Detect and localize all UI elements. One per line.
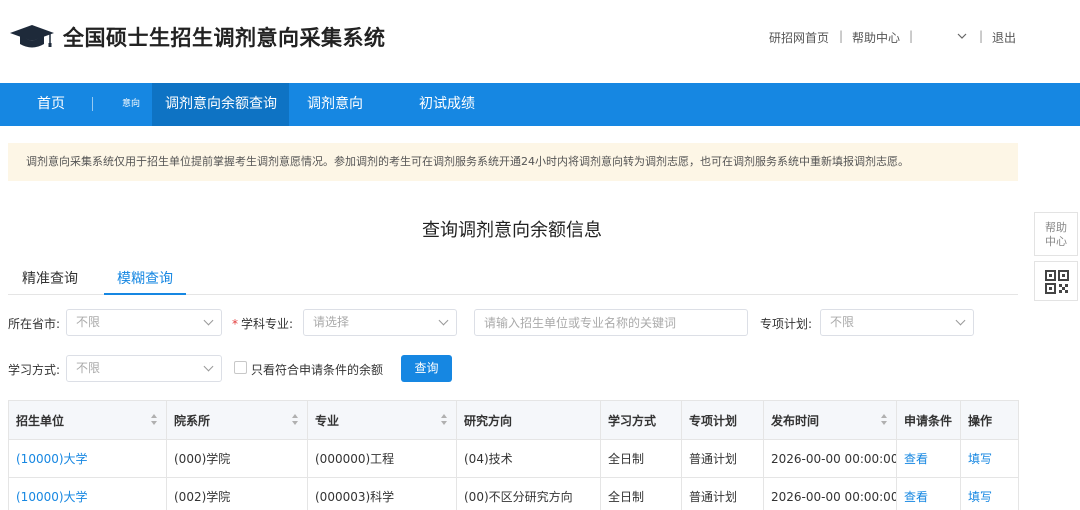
eligible-only-checkbox[interactable]: [234, 361, 247, 374]
chevron-down-icon: [438, 315, 449, 326]
side-help-line1: 帮助: [1045, 221, 1067, 234]
study-mode-select-value: 不限: [76, 361, 101, 375]
special-plan-select-value: 不限: [830, 315, 855, 329]
keyword-input[interactable]: [474, 309, 748, 336]
major-cell: (000003)科学: [307, 477, 457, 510]
chevron-down-icon: [203, 315, 214, 326]
major-label: * 学科专业:: [232, 315, 293, 332]
fill-in-link[interactable]: 填写: [960, 477, 1019, 510]
column-header-department[interactable]: 院系所: [166, 400, 308, 440]
sort-icon[interactable]: [441, 414, 447, 426]
nav-transfer-intent[interactable]: 调剂意向: [307, 83, 363, 126]
study-mode-select[interactable]: 不限: [66, 355, 222, 382]
column-header-publish-time[interactable]: 发布时间: [763, 400, 897, 440]
major-label-text: 学科专业:: [241, 317, 294, 331]
column-header-study-mode: 学习方式: [600, 400, 682, 440]
special-plan-cell: 普通计划: [681, 477, 764, 510]
chevron-down-icon[interactable]: [957, 32, 967, 40]
chevron-down-icon: [203, 361, 214, 372]
link-separator: |: [909, 29, 914, 43]
study-mode-cell: 全日制: [600, 439, 682, 478]
side-help-line2: 中心: [1045, 235, 1067, 248]
chevron-down-icon: [955, 315, 966, 326]
query-button[interactable]: 查询: [401, 355, 452, 382]
column-header-label: 申请条件: [904, 413, 953, 428]
column-header-label: 发布时间: [771, 413, 820, 428]
major-select-placeholder: 请选择: [313, 315, 350, 329]
fill-in-link[interactable]: 填写: [960, 439, 1019, 478]
section-title: 查询调剂意向余额信息: [422, 220, 602, 241]
major-cell: (000000)工程: [307, 439, 457, 478]
notice-banner: 调剂意向采集系统仅用于招生单位提前掌握考生调剂意愿情况。参加调剂的考生可在调剂服…: [8, 143, 1018, 181]
help-center-link[interactable]: 帮助中心: [852, 29, 900, 46]
nav-home[interactable]: 首页: [37, 83, 65, 126]
column-header-major[interactable]: 专业: [307, 400, 457, 440]
column-header-label: 招生单位: [16, 413, 65, 428]
department-cell: (000)学院: [166, 439, 308, 478]
column-header-actions: 操作: [960, 400, 1019, 440]
column-header-label: 院系所: [174, 413, 211, 428]
province-select-value: 不限: [76, 315, 101, 329]
column-header-label: 研究方向: [464, 413, 513, 428]
graduation-cap-icon: [10, 25, 54, 48]
required-mark: *: [232, 317, 238, 331]
eligible-only-label: 只看符合申请条件的余额: [251, 363, 384, 377]
site-header: 全国硕士生招生调剂意向采集系统 研招网首页 | 帮助中心 | | 退出: [0, 0, 1080, 83]
column-header-unit[interactable]: 招生单位: [8, 400, 167, 440]
tab-exact-query[interactable]: 精准查询: [22, 268, 78, 295]
publish-time-cell: 2026-00-00 00:00:00: [763, 439, 897, 478]
department-cell: (002)学院: [166, 477, 308, 510]
special-plan-label: 专项计划:: [760, 317, 813, 331]
home-link[interactable]: 研招网首页: [769, 29, 829, 46]
top-links: 研招网首页 | 帮助中心 | | 退出: [680, 29, 1080, 47]
nav-balance-query[interactable]: 调剂意向余额查询: [152, 83, 289, 126]
main-navbar: 首页 意向 调剂意向余额查询 调剂意向 初试成绩: [0, 83, 1080, 126]
qr-code-icon: [1045, 270, 1069, 294]
province-label: 所在省市:: [8, 317, 61, 331]
province-select[interactable]: 不限: [66, 309, 222, 336]
view-conditions-link[interactable]: 查看: [896, 439, 961, 478]
nav-small-label: 意向: [122, 99, 141, 109]
research-direction-cell: (04)技术: [456, 439, 601, 478]
table-row: (10000)大学 (000)学院 (000000)工程 (04)技术 全日制 …: [8, 439, 1019, 478]
side-help-button[interactable]: 帮助 中心: [1034, 212, 1078, 256]
table-row: (10000)大学 (002)学院 (000003)科学 (00)不区分研究方向…: [8, 477, 1019, 510]
sort-icon[interactable]: [881, 414, 887, 426]
column-header-conditions: 申请条件: [896, 400, 961, 440]
unit-link[interactable]: (10000)大学: [8, 439, 167, 478]
tab-fuzzy-query[interactable]: 模糊查询: [104, 268, 186, 295]
column-header-label: 操作: [968, 413, 993, 428]
research-direction-cell: (00)不区分研究方向: [456, 477, 601, 510]
major-select[interactable]: 请选择: [303, 309, 457, 336]
publish-time-cell: 2026-00-00 00:00:00: [763, 477, 897, 510]
column-header-special-plan: 专项计划: [681, 400, 764, 440]
qr-code-button[interactable]: [1034, 261, 1078, 301]
study-mode-label: 学习方式:: [8, 363, 61, 377]
query-tabs: 精准查询 模糊查询: [8, 262, 1018, 295]
link-separator: |: [979, 29, 984, 43]
site-title: 全国硕士生招生调剂意向采集系统: [63, 26, 386, 50]
sort-icon[interactable]: [292, 414, 298, 426]
special-plan-cell: 普通计划: [681, 439, 764, 478]
table-header-row: 招生单位 院系所 专业 研究方向 学习方式 专项计划 发布时间 申请条件 操作: [8, 400, 1019, 440]
column-header-label: 专业: [315, 413, 340, 428]
view-conditions-link[interactable]: 查看: [896, 477, 961, 510]
nav-separator: [92, 97, 93, 111]
column-header-label: 学习方式: [608, 413, 657, 428]
sort-icon[interactable]: [151, 414, 157, 426]
nav-initial-scores[interactable]: 初试成绩: [419, 83, 475, 126]
special-plan-select[interactable]: 不限: [820, 309, 974, 336]
column-header-label: 专项计划: [689, 413, 738, 428]
unit-link[interactable]: (10000)大学: [8, 477, 167, 510]
link-separator: |: [839, 29, 844, 43]
results-table: 招生单位 院系所 专业 研究方向 学习方式 专项计划 发布时间 申请条件 操作 …: [8, 400, 1019, 510]
study-mode-cell: 全日制: [600, 477, 682, 510]
logout-link[interactable]: 退出: [992, 29, 1016, 46]
column-header-research-direction: 研究方向: [456, 400, 601, 440]
